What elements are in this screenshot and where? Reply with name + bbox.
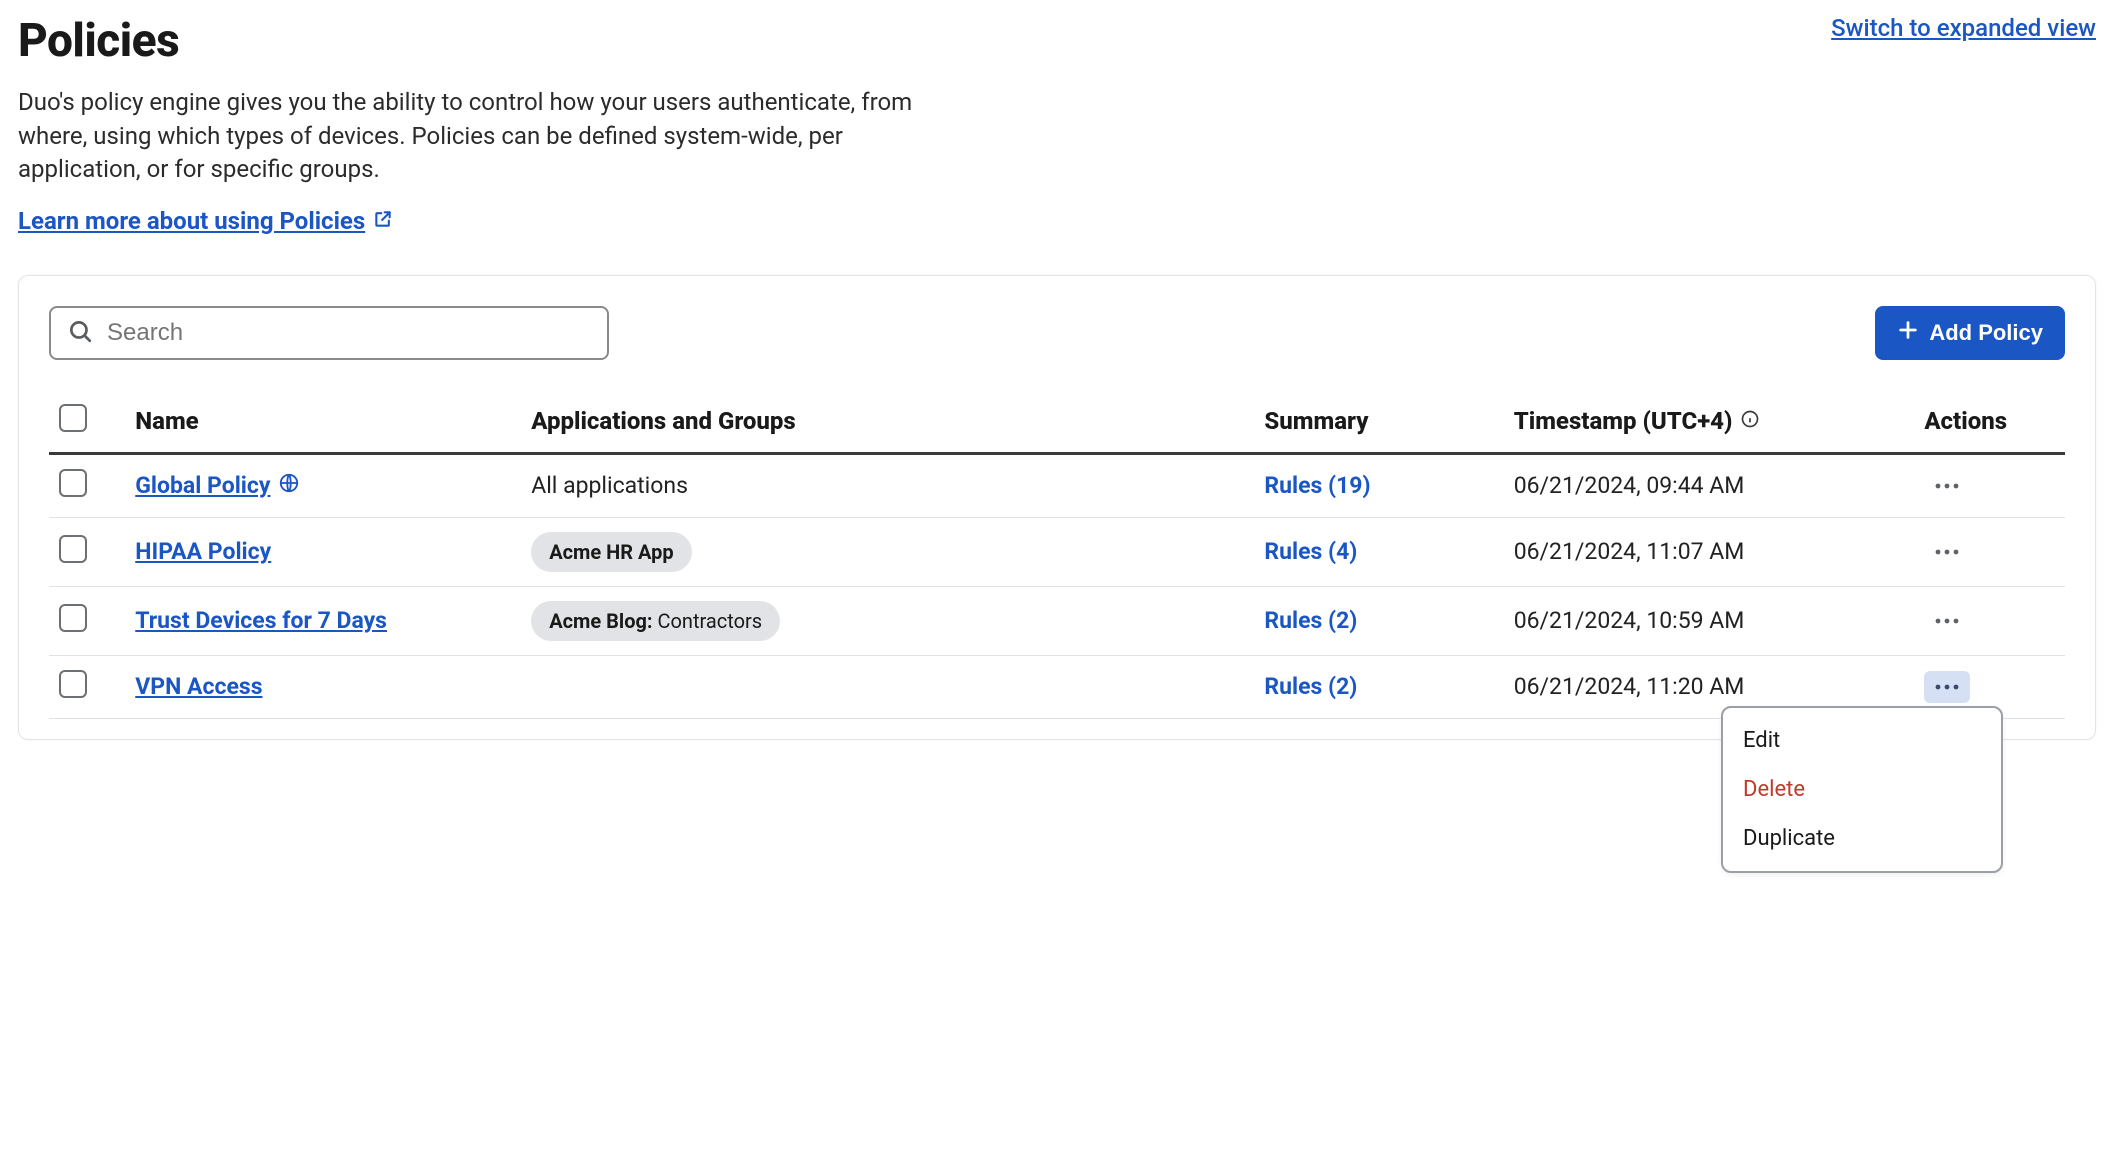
more-actions-button[interactable] xyxy=(1924,671,1970,703)
rules-link[interactable]: Rules (2) xyxy=(1264,673,1357,700)
toolbar: Add Policy xyxy=(49,306,2065,360)
header-apps: Applications and Groups xyxy=(521,390,1254,454)
plus-icon xyxy=(1897,319,1919,347)
actions-dropdown: Edit Delete Duplicate xyxy=(1721,706,2003,873)
timestamp: 06/21/2024, 09:44 AM xyxy=(1514,472,1745,499)
rules-link[interactable]: Rules (2) xyxy=(1264,607,1357,634)
table-row: HIPAA Policy Acme HR App Rules (4) 06/21/20… xyxy=(49,517,2065,586)
header-timestamp: Timestamp (UTC+4) xyxy=(1504,390,1915,454)
table-row: Trust Devices for 7 Days Acme Blog: Contr… xyxy=(49,586,2065,655)
more-actions-button[interactable] xyxy=(1924,536,1970,568)
page-description: Duo's policy engine gives you the abilit… xyxy=(18,86,918,187)
rules-link[interactable]: Rules (19) xyxy=(1264,472,1370,499)
row-checkbox[interactable] xyxy=(59,604,87,632)
policy-name-link[interactable]: Global Policy xyxy=(135,472,300,500)
app-group-pill: Acme Blog: Contractors xyxy=(531,601,780,641)
policy-name-link[interactable]: Trust Devices for 7 Days xyxy=(135,607,387,634)
select-all-checkbox[interactable] xyxy=(59,404,87,432)
row-checkbox[interactable] xyxy=(59,535,87,563)
apps-text: All applications xyxy=(531,472,688,499)
policy-name-text: HIPAA Policy xyxy=(135,538,271,565)
table-row: Global Policy All applications Rules (19) 0… xyxy=(49,453,2065,517)
pill-bold: Acme Blog: xyxy=(549,609,652,633)
search-input[interactable] xyxy=(105,318,591,348)
policy-name-text: Global Policy xyxy=(135,472,270,499)
timestamp: 06/21/2024, 11:20 AM xyxy=(1514,673,1745,700)
dropdown-edit[interactable]: Edit xyxy=(1723,716,2001,765)
app-group-pill: Acme HR App xyxy=(531,532,691,572)
add-policy-label: Add Policy xyxy=(1929,320,2043,346)
learn-more-text: Learn more about using Policies xyxy=(18,207,365,235)
header-actions: Actions xyxy=(1914,390,2065,454)
header-summary: Summary xyxy=(1254,390,1503,454)
row-checkbox[interactable] xyxy=(59,469,87,497)
search-field[interactable] xyxy=(49,306,609,360)
search-icon xyxy=(67,318,93,348)
info-icon[interactable] xyxy=(1740,407,1760,435)
rules-link[interactable]: Rules (4) xyxy=(1264,538,1357,565)
policies-card: Add Policy Name Applications and Groups … xyxy=(18,275,2096,740)
policy-name-text: VPN Access xyxy=(135,673,262,700)
more-actions-button[interactable] xyxy=(1924,470,1970,502)
external-link-icon xyxy=(373,207,393,235)
page-title: Policies xyxy=(18,14,179,68)
dropdown-delete[interactable]: Delete xyxy=(1723,765,2001,814)
timestamp: 06/21/2024, 10:59 AM xyxy=(1514,607,1745,634)
row-checkbox[interactable] xyxy=(59,670,87,698)
policies-table: Name Applications and Groups Summary Tim… xyxy=(49,390,2065,719)
header-name: Name xyxy=(125,390,521,454)
pill-rest: Contractors xyxy=(653,609,763,633)
policy-name-link[interactable]: VPN Access xyxy=(135,673,262,700)
policy-name-text: Trust Devices for 7 Days xyxy=(135,607,387,634)
more-actions-button[interactable] xyxy=(1924,605,1970,637)
header-timestamp-text: Timestamp (UTC+4) xyxy=(1514,407,1733,435)
policy-name-link[interactable]: HIPAA Policy xyxy=(135,538,271,565)
timestamp: 06/21/2024, 11:07 AM xyxy=(1514,538,1745,565)
switch-expanded-view-link[interactable]: Switch to expanded view xyxy=(1831,14,2096,42)
globe-icon xyxy=(278,472,300,500)
add-policy-button[interactable]: Add Policy xyxy=(1875,306,2065,360)
learn-more-link[interactable]: Learn more about using Policies xyxy=(18,207,393,235)
pill-bold: Acme HR App xyxy=(549,540,673,564)
dropdown-duplicate[interactable]: Duplicate xyxy=(1723,814,2001,863)
